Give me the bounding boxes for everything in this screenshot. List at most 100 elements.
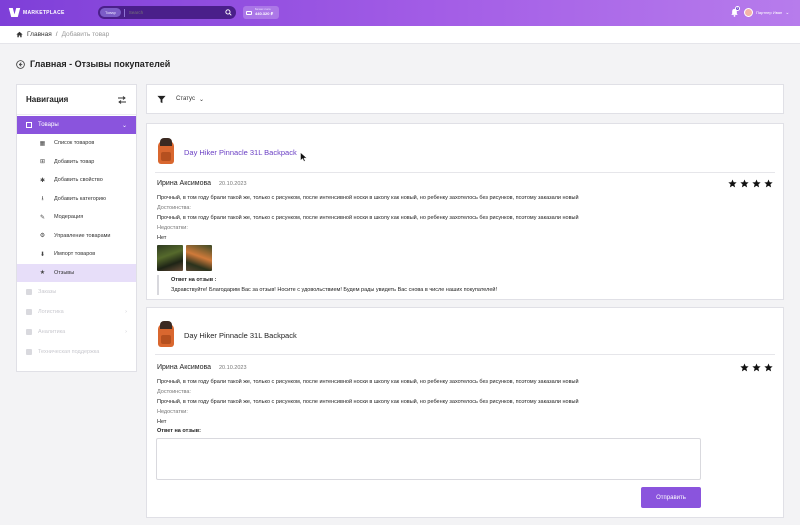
balance-widget[interactable]: Баланс счета 440.320 ₽ [243,6,279,19]
orders-icon [26,289,32,295]
chart-icon [26,329,32,335]
product-name-link[interactable]: Day Hiker Pinnacle 31L Backpack [184,148,297,157]
notification-badge: 1 [735,6,740,11]
review-meta: Ирина Аксимова 20.10.2023 [157,364,247,371]
cons-label: Недостатки: [157,225,188,231]
page-title-row: Главная - Отзывы покупателей [16,59,170,69]
send-button[interactable]: Отправить [641,487,701,508]
sidebar-item-add-category[interactable]: ⭳ Добавить категорию [17,190,136,209]
sidebar-item-analytics[interactable]: Аналитика › [17,322,136,342]
sidebar-title: Навигация [26,95,69,104]
box-icon [26,122,32,128]
breadcrumb-current: Добавить товар [61,31,110,38]
edit-icon: ✎ [39,214,46,221]
star-icon [764,363,773,372]
search-icon[interactable] [222,7,234,19]
star-icon [752,363,761,372]
pros-text: Прочный, в том году брали такой же, толь… [157,215,579,221]
logo[interactable]: MARKETPLACE [10,8,65,17]
rating-stars [728,179,773,188]
star-icon [740,179,749,188]
sidebar-item-reviews[interactable]: ★ Отзывы [17,263,136,282]
user-menu[interactable]: Партнер Иван ⌄ [744,8,789,17]
sidebar-item-product-list[interactable]: ▦ Список товаров [17,134,136,153]
review-photo[interactable] [157,245,183,271]
plus-square-icon: ⊞ [39,159,46,166]
sidebar-group-products[interactable]: Товары ⌄ [17,116,136,134]
sidebar-item-moderation[interactable]: ✎ Модерация [17,208,136,227]
sidebar-item-support[interactable]: Техническая поддержка [17,342,136,362]
sidebar-item-manage-products[interactable]: ⚙ Управление товарами [17,227,136,246]
avatar [744,8,753,17]
chevron-down-icon: ⌄ [198,96,204,103]
sidebar-header: Навигация [17,85,136,115]
product-header: Day Hiker Pinnacle 31L Backpack [155,321,297,349]
status-filter-label: Статус [176,96,195,102]
sidebar-item-label: Список товаров [54,140,95,147]
star-icon [728,179,737,188]
sidebar-item-label: Отзывы [54,269,75,276]
status-filter-dropdown[interactable]: Статус ⌄ [176,96,204,103]
collapse-arrows-icon[interactable] [117,95,127,104]
cons-text: Нет [157,235,167,241]
chevron-down-icon: ⌄ [785,9,790,16]
sidebar-item-label: Добавить категорию [54,195,107,202]
tray-icon: ⭳ [41,195,44,202]
cons-text: Нет [157,419,167,425]
filter-bar: Статус ⌄ [146,84,784,114]
search-bar: Товар [98,6,236,19]
balance-value: 440.320 ₽ [255,10,274,16]
import-icon: ⬇ [39,251,46,258]
star-icon [752,179,761,188]
notifications-button[interactable]: 1 [730,6,740,18]
product-header: Day Hiker Pinnacle 31L Backpack [155,138,297,166]
review-photos [157,245,212,271]
top-bar: MARKETPLACE Товар Баланс счета 440.320 ₽… [0,0,800,26]
sidebar-item-label: Добавить товар [54,158,95,165]
user-name: Партнер Иван [756,10,783,15]
logo-icon [10,8,20,17]
product-thumbnail[interactable] [155,321,177,349]
truck-icon [26,309,32,315]
product-thumbnail[interactable] [155,138,177,166]
divider [155,172,775,173]
page-title: Главная - Отзывы покупателей [30,59,171,69]
review-body: Прочный, в том году брали такой же, толь… [157,377,773,427]
review-date: 20.10.2023 [219,365,247,371]
breadcrumb-separator: / [55,31,58,38]
sidebar-item-label: Аналитика [38,329,66,335]
sidebar-item-logistics[interactable]: Логистика › [17,302,136,322]
reviews-icon: ★ [39,270,46,277]
reply-textarea[interactable] [156,438,701,480]
cons-label: Недостатки: [157,409,188,415]
reply-label: Ответ на отзыв: [157,428,201,434]
review-date: 20.10.2023 [219,181,247,187]
pros-label: Достоинства: [157,389,191,395]
manage-icon: ⚙ [39,233,46,240]
review-photo[interactable] [186,245,212,271]
sidebar: Навигация Товары ⌄ ▦ Список товаров ⊞ До… [16,84,137,372]
sidebar-item-add-product[interactable]: ⊞ Добавить товар [17,153,136,172]
home-icon[interactable] [16,31,23,38]
product-name-link[interactable]: Day Hiker Pinnacle 31L Backpack [184,331,297,340]
back-icon[interactable] [16,59,25,69]
review-card: Day Hiker Pinnacle 31L Backpack Ирина Ак… [146,123,784,300]
sidebar-item-label: Управление товарами [54,232,111,239]
breadcrumb-home[interactable]: Главная [27,31,52,38]
filter-icon[interactable] [157,95,166,104]
pros-text: Прочный, в том году брали такой же, толь… [157,399,579,405]
search-scope-dropdown[interactable]: Товар [100,8,121,17]
sidebar-item-import-products[interactable]: ⬇ Импорт товаров [17,245,136,264]
add-property-icon: ✱ [39,177,46,184]
sidebar-item-label: Заказы [38,289,57,295]
sidebar-item-add-property[interactable]: ✱ Добавить свойство [17,171,136,190]
search-input[interactable] [128,7,222,18]
logo-text: MARKETPLACE [23,9,65,16]
sidebar-item-orders[interactable]: Заказы [17,282,136,302]
review-meta: Ирина Аксимова 20.10.2023 [157,180,247,187]
review-body: Прочный, в том году брали такой же, толь… [157,193,773,243]
answer-label: Ответ на отзыв : [171,277,217,283]
sidebar-item-label: Добавить свойство [54,177,103,184]
review-card: Day Hiker Pinnacle 31L Backpack Ирина Ак… [146,307,784,518]
review-author: Ирина Аксимова [157,180,211,187]
